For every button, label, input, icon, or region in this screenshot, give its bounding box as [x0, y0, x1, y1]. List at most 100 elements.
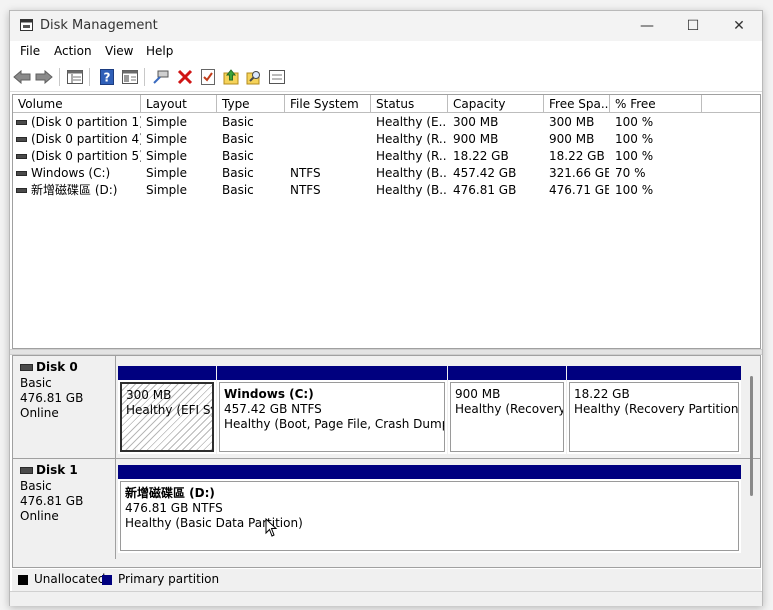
column-header-capacity[interactable]: Capacity — [448, 95, 544, 113]
table-row[interactable]: (Disk 0 partition 1) Simple Basic Health… — [13, 114, 760, 131]
cell-percent-free: 70 % — [615, 166, 646, 180]
disk-separator — [13, 458, 760, 459]
disk-0-name-text: Disk 0 — [36, 360, 78, 374]
cell-type: Basic — [222, 166, 254, 180]
cell-free-space: 321.66 GB — [549, 166, 609, 180]
cell-layout: Simple — [146, 115, 187, 129]
partition-status: Healthy (Basic Data Partition) — [125, 516, 303, 530]
table-row[interactable]: 新增磁碟區 (D:) Simple Basic NTFS Healthy (B.… — [13, 182, 760, 199]
legend-primary-partition: Primary partition — [118, 572, 220, 586]
partition-bar — [118, 465, 741, 479]
partition-size: 476.81 GB NTFS — [125, 501, 223, 515]
cell-volume: Windows (C:) — [31, 166, 111, 180]
disk-icon — [20, 467, 33, 474]
cell-percent-free: 100 % — [615, 132, 654, 146]
table-row[interactable]: Windows (C:) Simple Basic NTFS Healthy (… — [13, 165, 760, 182]
partition-bar — [217, 366, 447, 380]
partition-name: Windows (C:) — [224, 387, 314, 401]
cell-percent-free: 100 % — [615, 115, 654, 129]
cell-percent-free: 100 % — [615, 149, 654, 163]
partition-recovery-900mb-body: 900 MB Healthy (Recovery Partition) — [450, 382, 564, 452]
cell-volume: 新增磁碟區 (D:) — [31, 183, 118, 197]
partition-recovery-18gb-body: 18.22 GB Healthy (Recovery Partition) — [569, 382, 739, 452]
partition-bar — [567, 366, 741, 380]
partition-name: 新增磁碟區 (D:) — [125, 486, 215, 500]
forward-arrow-icon[interactable] — [35, 68, 53, 86]
window-title: Disk Management — [40, 18, 158, 33]
cell-file-system: NTFS — [290, 183, 321, 197]
delete-icon[interactable] — [176, 68, 194, 86]
cell-status: Healthy (B... — [376, 183, 447, 197]
partition-size: 900 MB — [455, 387, 501, 401]
cell-status: Healthy (E... — [376, 115, 447, 129]
check-icon[interactable] — [199, 68, 217, 86]
toolbar: ? — [10, 63, 762, 92]
menu-file[interactable]: File — [20, 44, 40, 58]
column-header-type[interactable]: Type — [217, 95, 285, 113]
connect-icon[interactable] — [152, 68, 170, 86]
column-header-filler — [702, 95, 760, 113]
menu-action[interactable]: Action — [54, 44, 92, 58]
cell-type: Basic — [222, 149, 254, 163]
status-bar — [10, 591, 762, 606]
table-row[interactable]: (Disk 0 partition 5) Simple Basic Health… — [13, 148, 760, 165]
properties-icon[interactable] — [121, 68, 139, 86]
maximize-button[interactable]: ☐ — [670, 11, 716, 41]
cell-layout: Simple — [146, 166, 187, 180]
search-icon[interactable] — [245, 68, 263, 86]
rescan-icon[interactable] — [222, 68, 240, 86]
menu-view[interactable]: View — [105, 44, 133, 58]
disk-0-state: Online — [20, 406, 59, 420]
disk-1-label[interactable]: Disk 1 Basic 476.81 GB Online — [13, 459, 116, 559]
cell-capacity: 300 MB — [453, 115, 499, 129]
scrollbar-thumb[interactable] — [750, 376, 753, 496]
disk-0-label[interactable]: Disk 0 Basic 476.81 GB Online — [13, 356, 116, 458]
partition-efi[interactable]: 300 MB Healthy (EFI System Partition) — [118, 366, 216, 454]
column-header-layout[interactable]: Layout — [141, 95, 217, 113]
menu-help[interactable]: Help — [146, 44, 173, 58]
svg-text:?: ? — [104, 71, 111, 85]
disk-0-name: Disk 0 — [20, 360, 115, 376]
column-header-free-space[interactable]: Free Spa... — [544, 95, 610, 113]
mouse-cursor-icon — [265, 518, 278, 537]
disk-1-name: Disk 1 — [20, 463, 115, 479]
disk-management-window: Disk Management — ☐ ✕ File Action View H… — [9, 10, 763, 606]
partition-status: Healthy (Recovery Partition) — [455, 402, 564, 416]
volume-list: Volume Layout Type File System Status Ca… — [12, 94, 761, 349]
partition-recovery-900mb[interactable]: 900 MB Healthy (Recovery Partition) — [448, 366, 566, 454]
back-arrow-icon[interactable] — [13, 68, 31, 86]
table-row[interactable]: (Disk 0 partition 4) Simple Basic Health… — [13, 131, 760, 148]
cell-type: Basic — [222, 132, 254, 146]
column-header-status[interactable]: Status — [371, 95, 448, 113]
title-bar: Disk Management — ☐ ✕ — [10, 11, 762, 41]
minimize-button[interactable]: — — [624, 11, 670, 41]
primary-partition-swatch — [102, 575, 112, 585]
partition-windows-c-body: Windows (C:) 457.42 GB NTFS Healthy (Boo… — [219, 382, 445, 452]
settings-icon[interactable] — [268, 68, 286, 86]
toolbar-separator — [59, 68, 60, 86]
vertical-scrollbar[interactable] — [748, 376, 754, 496]
close-button[interactable]: ✕ — [716, 11, 762, 41]
disk-1-type: Basic — [20, 479, 52, 493]
column-header-volume[interactable]: Volume — [13, 95, 141, 113]
list-view-icon[interactable] — [66, 68, 84, 86]
column-header-file-system[interactable]: File System — [285, 95, 371, 113]
cell-percent-free: 100 % — [615, 183, 654, 197]
cell-layout: Simple — [146, 183, 187, 197]
cell-free-space: 900 MB — [549, 132, 595, 146]
disk-1-name-text: Disk 1 — [36, 463, 78, 477]
partition-data-d[interactable]: 新增磁碟區 (D:) 476.81 GB NTFS Healthy (Basic… — [118, 465, 741, 553]
column-header-percent-free[interactable]: % Free — [610, 95, 702, 113]
partition-recovery-18gb[interactable]: 18.22 GB Healthy (Recovery Partition) — [567, 366, 741, 454]
cell-volume: (Disk 0 partition 1) — [31, 115, 141, 129]
partition-size: 300 MB — [126, 388, 172, 402]
toolbar-separator — [144, 68, 145, 86]
disk-map-pane: Disk 0 Basic 476.81 GB Online 300 MB Hea… — [12, 355, 761, 568]
volume-icon — [16, 154, 27, 159]
cell-capacity: 900 MB — [453, 132, 499, 146]
disk-0-type: Basic — [20, 376, 52, 390]
cell-status: Healthy (R... — [376, 132, 447, 146]
partition-windows-c[interactable]: Windows (C:) 457.42 GB NTFS Healthy (Boo… — [217, 366, 447, 454]
help-icon[interactable]: ? — [98, 68, 116, 86]
disk-icon — [20, 364, 33, 371]
